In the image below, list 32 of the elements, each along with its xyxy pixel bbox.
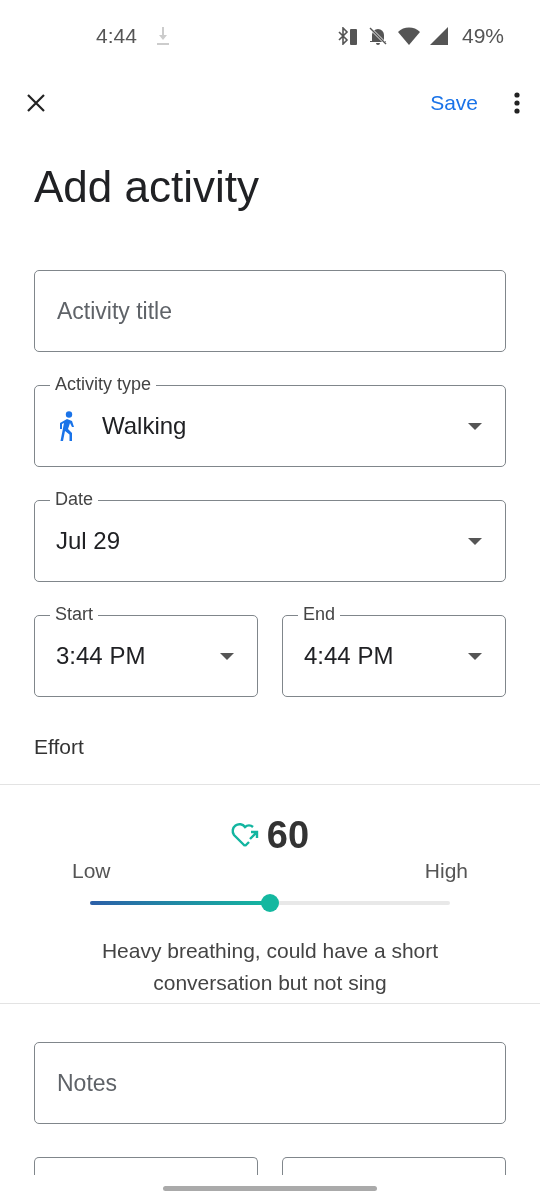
field-value: 4:44 PM — [304, 642, 394, 670]
battery-level: 49% — [461, 24, 504, 48]
dropdown-caret-icon — [468, 652, 482, 660]
dropdown-caret-icon — [468, 537, 482, 545]
bell-off-icon — [367, 27, 388, 45]
heart-arrow-icon — [230, 822, 261, 848]
notes-field[interactable]: Notes — [34, 1042, 506, 1124]
activity-title-field[interactable]: Activity title — [34, 270, 506, 352]
low-label: Low — [72, 859, 111, 883]
close-icon — [26, 93, 46, 113]
effort-score: 60 — [266, 813, 310, 857]
bluetooth-battery-icon — [337, 27, 358, 45]
slider-thumb[interactable] — [261, 894, 279, 912]
effort-label: Effort — [33, 734, 85, 760]
wifi-icon — [397, 27, 420, 45]
field-value: Walking — [102, 412, 187, 440]
more-icon — [514, 92, 520, 114]
save-button[interactable]: Save — [422, 85, 486, 121]
field-value: Jul 29 — [56, 527, 121, 555]
dropdown-field[interactable] — [282, 1157, 506, 1175]
high-label: High — [424, 859, 468, 883]
page-title: Add activity — [33, 161, 260, 213]
download-icon — [156, 27, 169, 45]
dropdown-caret-icon — [468, 422, 482, 430]
effort-description: Heavy breathing, could have a short conversation but not sing — [100, 938, 440, 996]
dropdown-caret-icon — [220, 652, 234, 660]
field-value: 3:44 PM — [56, 642, 146, 670]
status-time: 4:44 — [96, 24, 137, 48]
signal-icon — [429, 27, 448, 45]
dropdown-field[interactable] — [34, 1157, 258, 1175]
effort-slider[interactable] — [90, 894, 450, 912]
field-label: Activity type — [50, 374, 157, 394]
